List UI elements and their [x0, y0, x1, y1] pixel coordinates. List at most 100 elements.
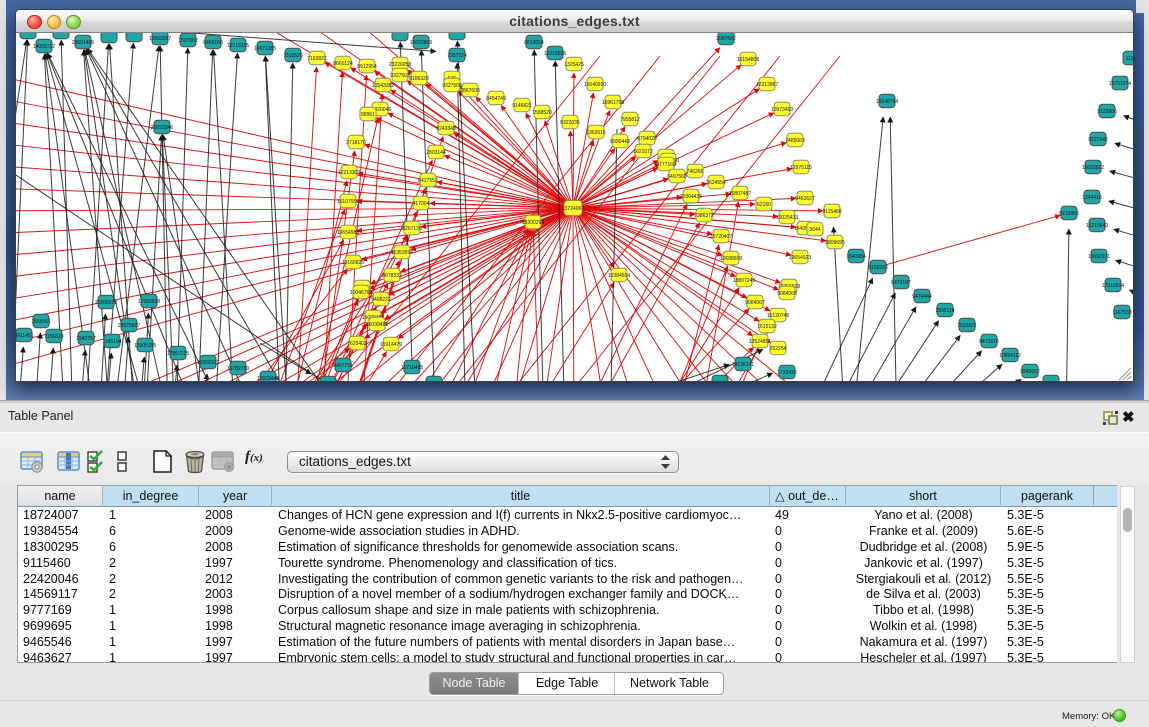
svg-text:10719155: 10719155: [227, 43, 249, 49]
svg-text:17016504: 17016504: [1102, 283, 1124, 289]
svg-text:7386372: 7386372: [694, 213, 714, 219]
svg-text:10046766: 10046766: [350, 290, 372, 296]
svg-text:1325425: 1325425: [564, 62, 584, 68]
svg-text:9463627: 9463627: [795, 196, 815, 202]
svg-text:16154808: 16154808: [737, 57, 759, 63]
svg-text:20053346: 20053346: [151, 125, 173, 131]
svg-text:8678332: 8678332: [382, 273, 402, 279]
svg-text:7357224: 7357224: [447, 53, 467, 59]
svg-text:3911451: 3911451: [16, 333, 34, 339]
svg-text:12093822: 12093822: [1082, 165, 1104, 171]
svg-text:8813054: 8813054: [524, 40, 544, 46]
svg-text:8471676: 8471676: [979, 339, 999, 345]
svg-text:1615132: 1615132: [757, 324, 777, 330]
svg-text:1655061: 1655061: [31, 319, 51, 325]
svg-text:3624554: 3624554: [706, 180, 726, 186]
svg-text:14136141: 14136141: [732, 362, 754, 368]
svg-text:16648764: 16648764: [876, 99, 898, 105]
svg-text:15751074: 15751074: [1109, 81, 1131, 87]
svg-text:1527602: 1527602: [178, 38, 198, 44]
svg-text:6466160: 6466160: [203, 40, 223, 46]
svg-text:9084067: 9084067: [745, 300, 765, 306]
svg-text:16107550: 16107550: [337, 199, 359, 205]
svg-text:17957225: 17957225: [167, 351, 189, 357]
svg-text:9245652: 9245652: [1020, 369, 1040, 375]
svg-text:8990448: 8990448: [610, 139, 630, 145]
svg-text:16210643: 16210643: [1086, 223, 1108, 229]
svg-text:8660124: 8660124: [333, 61, 353, 67]
svg-text:8427552: 8427552: [418, 178, 438, 184]
svg-text:20206578: 20206578: [95, 300, 117, 306]
svg-text:11353594: 11353594: [391, 250, 413, 256]
svg-text:16033809: 16033809: [410, 40, 432, 46]
svg-text:12213303: 12213303: [338, 170, 360, 176]
svg-text:7485063: 7485063: [785, 138, 805, 144]
svg-text:7632621: 7632621: [957, 323, 977, 329]
svg-text:10958107: 10958107: [197, 360, 219, 366]
svg-text:16671355: 16671355: [254, 46, 276, 52]
svg-text:9084068: 9084068: [777, 291, 797, 297]
svg-text:8186328: 8186328: [409, 76, 429, 82]
svg-text:19654985: 19654985: [337, 230, 359, 236]
svg-text:10973493: 10973493: [771, 107, 793, 113]
svg-text:9155923: 9155923: [868, 265, 888, 271]
svg-text:1621072: 1621072: [633, 149, 653, 155]
svg-text:15692971: 15692971: [1088, 254, 1110, 260]
svg-text:1112: 1112: [1126, 56, 1133, 62]
svg-text:15716485: 15716485: [401, 365, 423, 371]
svg-text:1167533: 1167533: [1112, 310, 1131, 316]
svg-text:16914479: 16914479: [380, 342, 402, 348]
svg-text:1145194: 1145194: [102, 339, 121, 345]
svg-text:18807249: 18807249: [733, 278, 755, 284]
svg-text:10654112: 10654112: [999, 353, 1021, 359]
svg-text:6497568: 6497568: [667, 174, 687, 180]
svg-text:7515526: 7515526: [283, 53, 303, 59]
svg-text:2935114: 2935114: [935, 308, 954, 314]
svg-text:12213967: 12213967: [756, 82, 778, 88]
svg-text:9327508: 9327508: [442, 83, 462, 89]
svg-text:9498222: 9498222: [371, 297, 391, 303]
svg-text:9777169: 9777169: [656, 162, 676, 168]
svg-text:8454749: 8454749: [486, 96, 506, 102]
svg-text:9899695: 9899695: [825, 240, 845, 246]
svg-text:9242848: 9242848: [436, 126, 456, 132]
svg-text:1588520: 1588520: [532, 110, 552, 116]
svg-text:19218506: 19218506: [544, 51, 566, 57]
svg-text:16120746: 16120746: [767, 313, 789, 319]
svg-text:7955812: 7955812: [620, 117, 640, 123]
svg-text:1244415: 1244415: [1082, 195, 1102, 201]
svg-text:1362615: 1362615: [586, 130, 606, 136]
svg-text:20364436: 20364436: [680, 194, 702, 200]
svg-text:10807487: 10807487: [729, 191, 751, 197]
svg-text:417004: 417004: [413, 201, 430, 207]
svg-text:98961: 98961: [361, 112, 375, 118]
svg-text:15720407: 15720407: [710, 234, 732, 240]
svg-text:6794028: 6794028: [637, 136, 657, 142]
svg-text:10025433: 10025433: [776, 215, 798, 221]
svg-text:9146821: 9146821: [512, 103, 532, 109]
svg-text:252254: 252254: [770, 346, 787, 352]
svg-text:2087682: 2087682: [716, 36, 736, 42]
svg-text:12975115: 12975115: [790, 165, 812, 171]
svg-text:12905155: 12905155: [134, 343, 156, 349]
svg-text:15640910: 15640910: [584, 82, 606, 88]
svg-text:7163822: 7163822: [307, 56, 327, 62]
svg-text:7625402: 7625402: [347, 341, 367, 347]
svg-text:16099489: 16099489: [366, 322, 388, 328]
svg-text:9327503: 9327503: [390, 73, 410, 79]
svg-text:2942757: 2942757: [76, 336, 96, 342]
svg-text:9115460: 9115460: [822, 209, 841, 215]
svg-text:10543382: 10543382: [372, 83, 394, 89]
svg-text:14055712: 14055712: [33, 44, 55, 50]
svg-text:1156829: 1156829: [44, 334, 63, 340]
svg-text:12923448: 12923448: [257, 376, 279, 382]
svg-text:1733426: 1733426: [777, 370, 797, 376]
svg-text:5644: 5644: [809, 227, 820, 233]
svg-text:6479197: 6479197: [891, 280, 911, 286]
svg-text:9474444: 9474444: [912, 294, 932, 300]
svg-text:16782759: 16782759: [227, 366, 249, 372]
svg-text:16961758: 16961758: [602, 100, 624, 106]
svg-text:17359918: 17359918: [138, 299, 160, 305]
svg-text:746266: 746266: [687, 169, 704, 175]
svg-text:19166825: 19166825: [342, 260, 364, 266]
